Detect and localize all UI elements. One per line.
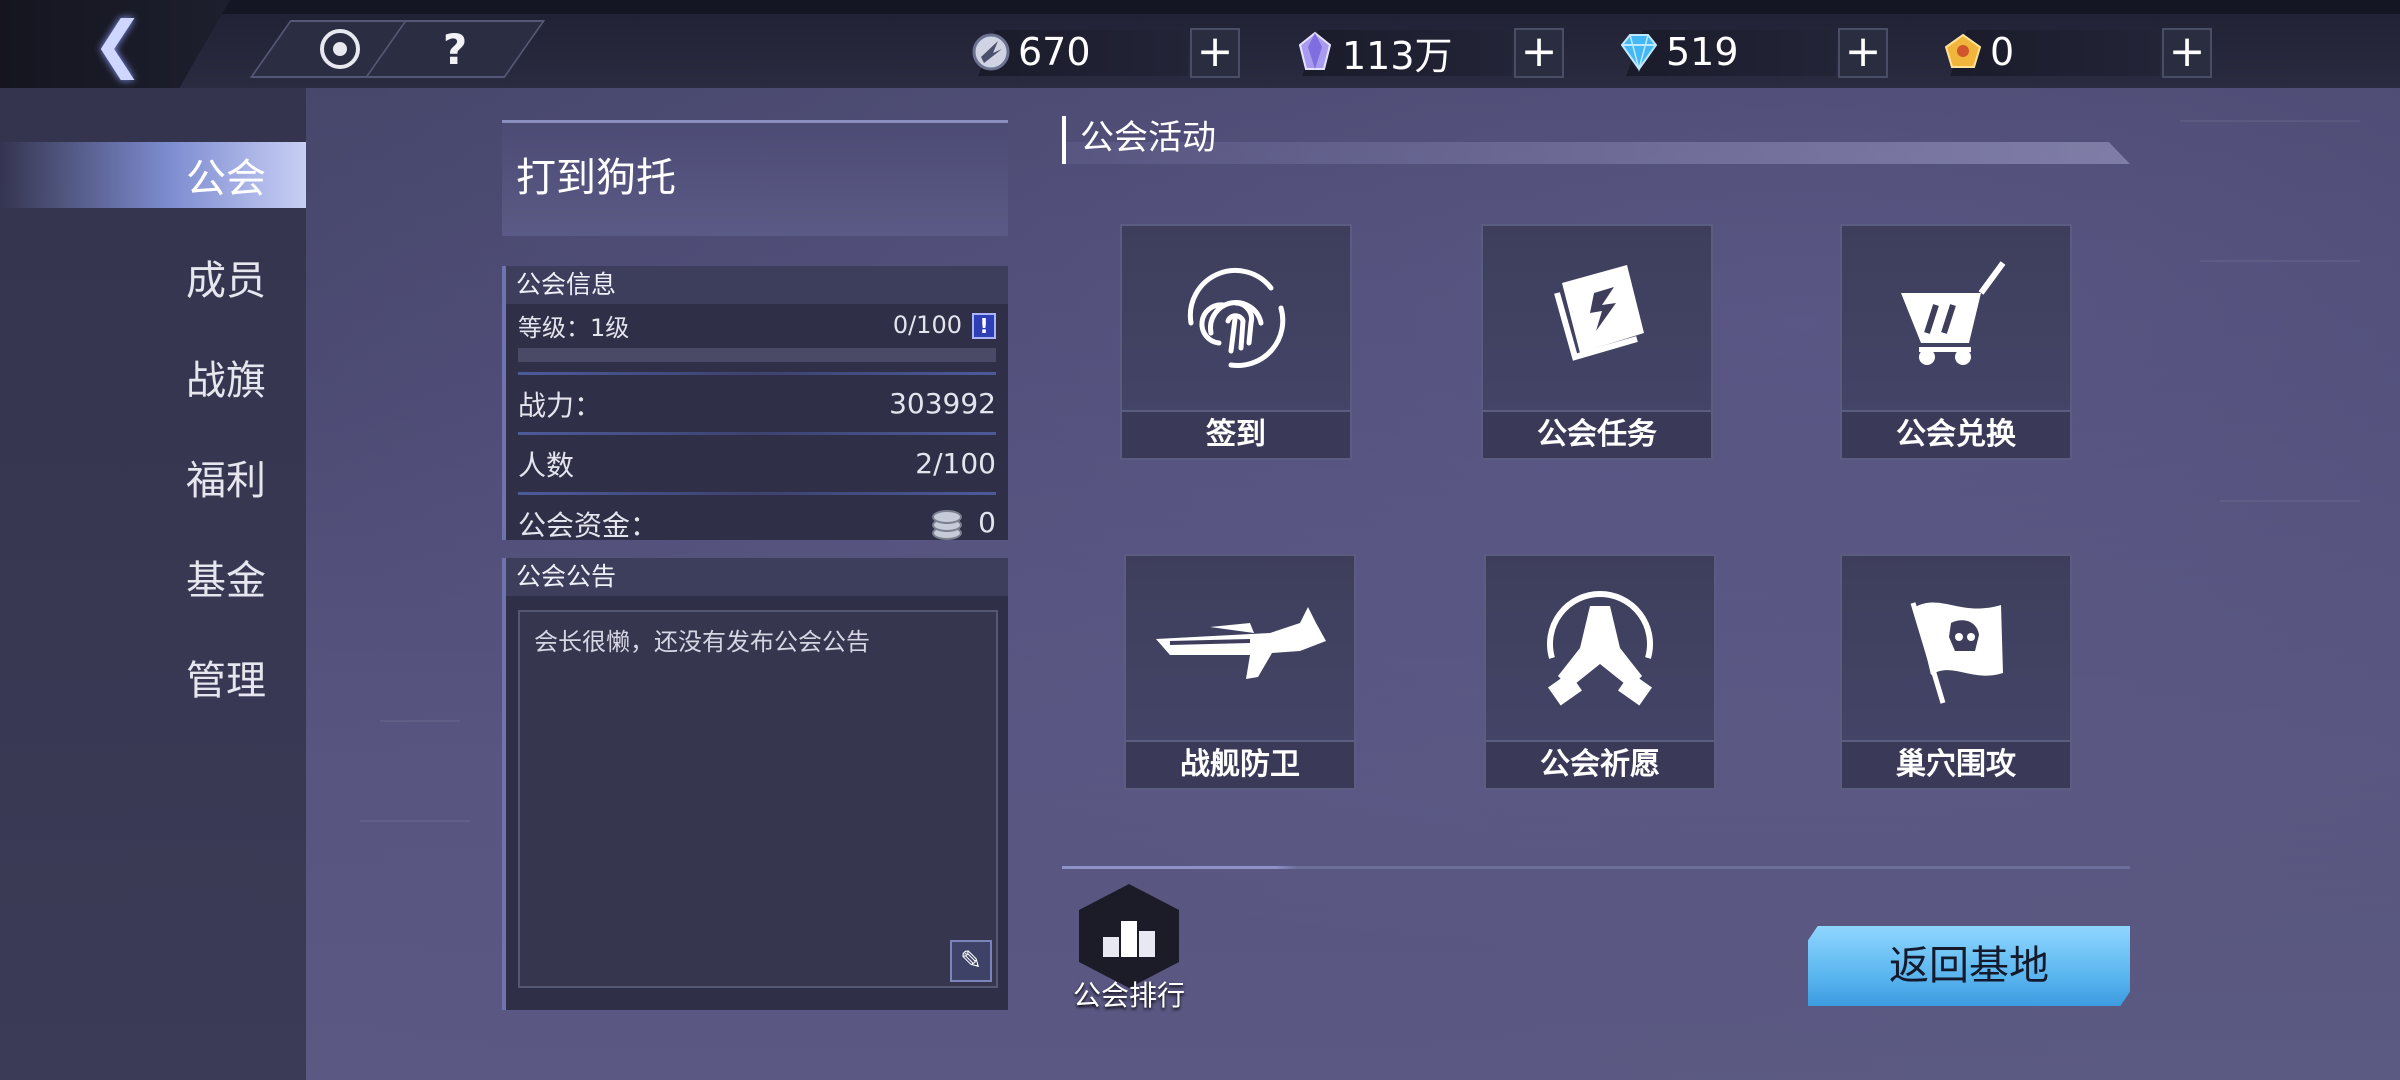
help-icon: ? — [442, 24, 468, 74]
top-bar: ❮ ? 670 + 113万 + 519 + 0 + — [0, 0, 2400, 88]
resource-crystal-value: 113万 — [1342, 33, 1453, 78]
resource-energy: 670 + — [958, 26, 1248, 78]
notice-text: 会长很懒，还没有发布公会公告 — [534, 628, 870, 656]
sidebar-item-label: 战旗 — [186, 358, 266, 404]
podium-icon — [1079, 884, 1179, 988]
sidebar-item-fund[interactable]: 基金 — [0, 544, 306, 610]
resource-gold-value: 0 — [1990, 30, 2015, 74]
warship-icon — [1156, 607, 1326, 679]
decor-line — [2200, 260, 2360, 262]
funds-value: 0 — [978, 505, 996, 539]
level-label: 等级：1级 — [518, 313, 630, 342]
back-button[interactable]: ❮ — [0, 0, 230, 88]
guild-rank-button[interactable]: 公会排行 — [1064, 884, 1194, 1014]
guild-info-title: 公会信息 — [506, 266, 1008, 304]
edit-notice-button[interactable]: ✎ — [950, 940, 992, 982]
pencil-icon: ✎ — [960, 946, 982, 976]
sidebar: 公会 成员 战旗 福利 基金 管理 — [0, 88, 306, 1080]
divider — [1062, 866, 2130, 869]
add-diamond-button[interactable]: + — [1838, 28, 1888, 78]
activities-title-text: 公会活动 — [1080, 118, 1216, 158]
members-row: 人数 2/100 — [506, 435, 1008, 492]
guild-rank-label: 公会排行 — [1072, 979, 1185, 1012]
resource-diamond: 519 + — [1606, 26, 1896, 78]
activity-label: 签到 — [1122, 410, 1350, 458]
top-strip — [0, 0, 2400, 14]
activity-label: 巢穴围攻 — [1842, 740, 2070, 788]
energy-orb-icon — [972, 33, 1010, 71]
add-crystal-button[interactable]: + — [1514, 28, 1564, 78]
guild-screen: ❮ ? 670 + 113万 + 519 + 0 + 公会 成员 战旗 福利 基… — [0, 0, 2400, 1080]
sidebar-item-label: 公会 — [186, 156, 266, 202]
funds-label: 公会资金： — [518, 508, 659, 542]
guild-notice-title: 公会公告 — [506, 558, 1008, 596]
shopping-cart-icon — [1901, 261, 2006, 365]
guild-notice-panel: 公会公告 会长很懒，还没有发布公会公告 ✎ — [502, 558, 1008, 1010]
activities-title: 公会活动 — [1062, 116, 2130, 164]
info-exclamation-icon[interactable]: ! — [972, 313, 996, 339]
blue-diamond-icon — [1620, 34, 1658, 72]
sidebar-item-label: 成员 — [186, 258, 266, 304]
sidebar-item-welfare[interactable]: 福利 — [0, 444, 306, 510]
resource-energy-value: 670 — [1018, 30, 1091, 74]
guild-header: 打到狗托 — [502, 120, 1008, 236]
level-row: 等级：1级 0/100! — [506, 304, 1008, 346]
decor-line — [360, 820, 470, 822]
target-icon — [320, 29, 360, 69]
activity-guild-prayer[interactable]: 公会祈愿 — [1484, 554, 1716, 790]
power-value: 303992 — [889, 387, 996, 420]
sidebar-item-manage[interactable]: 管理 — [0, 644, 306, 710]
sidebar-item-guild[interactable]: 公会 — [0, 142, 306, 208]
activity-label: 公会祈愿 — [1486, 740, 1714, 788]
activity-label: 公会任务 — [1483, 410, 1711, 458]
activity-label: 战舰防卫 — [1126, 740, 1354, 788]
add-energy-button[interactable]: + — [1190, 28, 1240, 78]
activity-checkin[interactable]: 签到 — [1120, 224, 1352, 460]
members-label: 人数 — [518, 448, 575, 482]
coin-stack-icon — [924, 504, 968, 544]
level-progress-wrap: 0/100! — [893, 311, 996, 339]
power-label: 战力： — [518, 388, 603, 422]
guild-info-panel: 公会信息 等级：1级 0/100! 战力： 303992 人数 2/100 公会… — [502, 266, 1008, 542]
skull-flag-icon — [1910, 602, 2003, 704]
help-button[interactable]: ? — [364, 20, 546, 78]
resource-gold: 0 + — [1930, 26, 2220, 78]
guild-name: 打到狗托 — [516, 155, 676, 201]
funds-row: 公会资金： 0 — [506, 495, 1008, 552]
members-value: 2/100 — [915, 447, 996, 480]
resource-diamond-value: 519 — [1666, 30, 1739, 74]
sidebar-item-banner[interactable]: 战旗 — [0, 344, 306, 410]
return-to-base-button[interactable]: 返回基地 — [1808, 926, 2130, 1006]
decor-line — [380, 720, 460, 722]
decor-line — [2180, 120, 2360, 122]
level-progress-bar — [518, 348, 996, 362]
activity-nest-siege[interactable]: 巢穴围攻 — [1840, 554, 2072, 790]
praying-hands-icon — [1547, 591, 1653, 706]
decor-line — [2220, 500, 2360, 502]
add-gold-button[interactable]: + — [2162, 28, 2212, 78]
funds-wrap: 0 — [924, 504, 996, 544]
back-arrow-icon: ❮ — [92, 7, 144, 80]
task-book-icon — [1554, 265, 1644, 361]
sidebar-item-label: 管理 — [186, 658, 266, 704]
power-row: 战力： 303992 — [506, 375, 1008, 432]
activity-guild-exchange[interactable]: 公会兑换 — [1840, 224, 2072, 460]
resource-crystal: 113万 + — [1282, 26, 1572, 78]
gold-gem-icon — [1944, 33, 1982, 68]
activity-label: 公会兑换 — [1842, 410, 2070, 458]
sidebar-item-label: 福利 — [186, 458, 266, 504]
level-progress-text: 0/100 — [892, 311, 962, 339]
notice-box: 会长很懒，还没有发布公会公告 ✎ — [518, 610, 998, 988]
fingerprint-icon — [1187, 268, 1286, 368]
sidebar-item-label: 基金 — [186, 558, 266, 604]
purple-crystal-icon — [1298, 31, 1332, 70]
activity-warship-defense[interactable]: 战舰防卫 — [1124, 554, 1356, 790]
sidebar-item-members[interactable]: 成员 — [0, 244, 306, 310]
activity-guild-task[interactable]: 公会任务 — [1481, 224, 1713, 460]
